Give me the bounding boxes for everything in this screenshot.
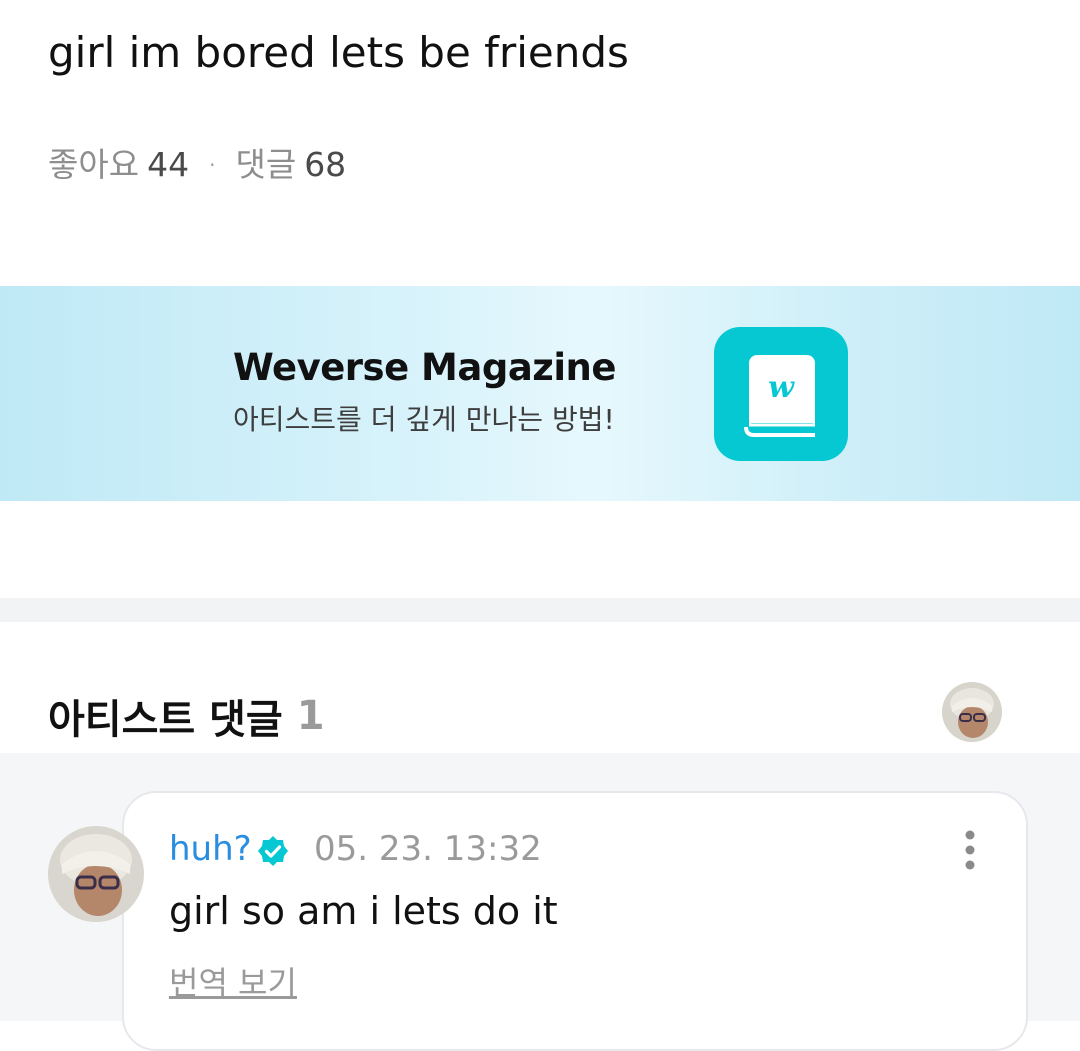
artist-comments-count: 1 [296,693,325,739]
comments-stat[interactable]: 댓글 68 [235,143,346,187]
comment-timestamp: 05. 23. 13:32 [314,829,542,869]
post-stats: 좋아요 44 · 댓글 68 [48,143,346,187]
banner-title: Weverse Magazine [233,346,616,389]
banner-subtitle: 아티스트를 더 깊게 만나는 방법! [233,403,615,436]
weverse-book-icon: w [714,327,848,461]
artist-comments-heading: 아티스트 댓글 1 [48,687,325,745]
stats-separator: · [209,153,216,177]
more-options-icon[interactable] [952,826,988,874]
post-text: girl im bored lets be friends [48,28,629,77]
comments-label: 댓글 [235,145,297,184]
comment-author-avatar[interactable] [48,826,144,922]
comments-count: 68 [304,145,347,184]
likes-stat[interactable]: 좋아요 44 [48,143,189,187]
translate-link[interactable]: 번역 보기 [169,958,297,1004]
comment-author-name[interactable]: huh? [169,829,252,869]
weverse-magazine-banner[interactable]: Weverse Magazine 아티스트를 더 깊게 만나는 방법! w [0,286,1080,501]
likes-count: 44 [147,145,190,184]
verified-badge-icon [258,836,288,866]
artist-comments-title: 아티스트 댓글 [48,697,283,743]
svg-text:w: w [768,370,795,405]
artist-avatar[interactable] [942,682,1002,742]
section-divider [0,598,1080,622]
comment-text: girl so am i lets do it [169,889,558,933]
likes-label: 좋아요 [48,145,140,184]
